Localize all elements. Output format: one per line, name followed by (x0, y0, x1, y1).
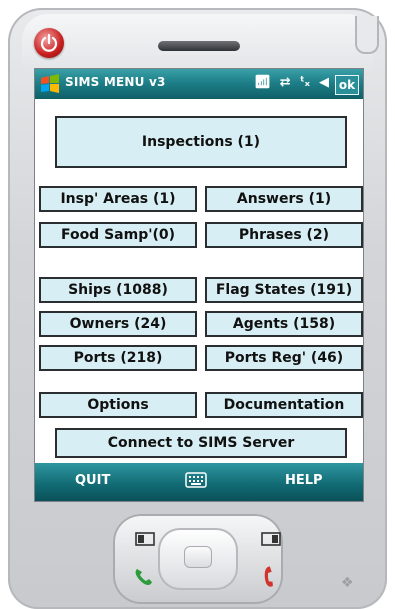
stylus-slot (355, 16, 379, 54)
windows-start-icon[interactable] (39, 74, 61, 94)
call-icon[interactable] (132, 566, 156, 588)
soft-key-bar: QUIT HELP (35, 463, 363, 501)
sync-icon[interactable]: ⇄ (280, 75, 291, 90)
help-softkey[interactable]: HELP (285, 473, 323, 488)
owners-button[interactable]: Owners (24) (39, 311, 197, 337)
earpiece-speaker (158, 41, 240, 51)
ships-button[interactable]: Ships (1088) (39, 277, 197, 303)
connect-server-button[interactable]: Connect to SIMS Server (55, 428, 347, 458)
windows-logo: ❖ (341, 575, 354, 591)
options-button[interactable]: Options (39, 392, 197, 418)
speaker-icon[interactable]: ◀︎ (319, 75, 329, 90)
agents-button[interactable]: Agents (158) (205, 311, 363, 337)
device-screen: SIMS MENU v3 📶︎ ⇄ ᵗₓ ◀︎ ok Inspections (… (34, 68, 364, 502)
signal-off-icon[interactable]: ᵗₓ (300, 75, 310, 90)
quit-softkey[interactable]: QUIT (75, 473, 110, 488)
main-menu: Inspections (1) Insp' Areas (1) Answers … (35, 99, 363, 463)
title-bar: SIMS MENU v3 📶︎ ⇄ ᵗₓ ◀︎ ok (35, 69, 363, 99)
ports-button[interactable]: Ports (218) (39, 345, 197, 371)
device-lower-panel: ❖ (8, 500, 387, 609)
insp-areas-button[interactable]: Insp' Areas (1) (39, 186, 197, 212)
end-call-icon[interactable] (258, 566, 282, 588)
antenna-icon[interactable]: 📶︎ (254, 75, 271, 90)
ok-button[interactable]: ok (335, 75, 359, 95)
keyboard-icon[interactable] (185, 472, 207, 488)
power-button[interactable] (34, 28, 64, 58)
answers-button[interactable]: Answers (1) (205, 186, 363, 212)
flag-states-button[interactable]: Flag States (191) (205, 277, 363, 303)
food-samp-button[interactable]: Food Samp'(0) (39, 222, 197, 248)
ports-reg-button[interactable]: Ports Reg' (46) (205, 345, 363, 371)
status-icons: 📶︎ ⇄ ᵗₓ ◀︎ (254, 75, 329, 90)
phrases-button[interactable]: Phrases (2) (205, 222, 363, 248)
left-softkey-icon[interactable] (134, 530, 156, 548)
power-icon (40, 33, 58, 52)
right-softkey-icon[interactable] (260, 530, 282, 548)
window-title: SIMS MENU v3 (65, 75, 166, 89)
documentation-button[interactable]: Documentation (205, 392, 363, 418)
inspections-button[interactable]: Inspections (1) (55, 116, 347, 168)
dpad-center-button[interactable] (184, 546, 212, 568)
